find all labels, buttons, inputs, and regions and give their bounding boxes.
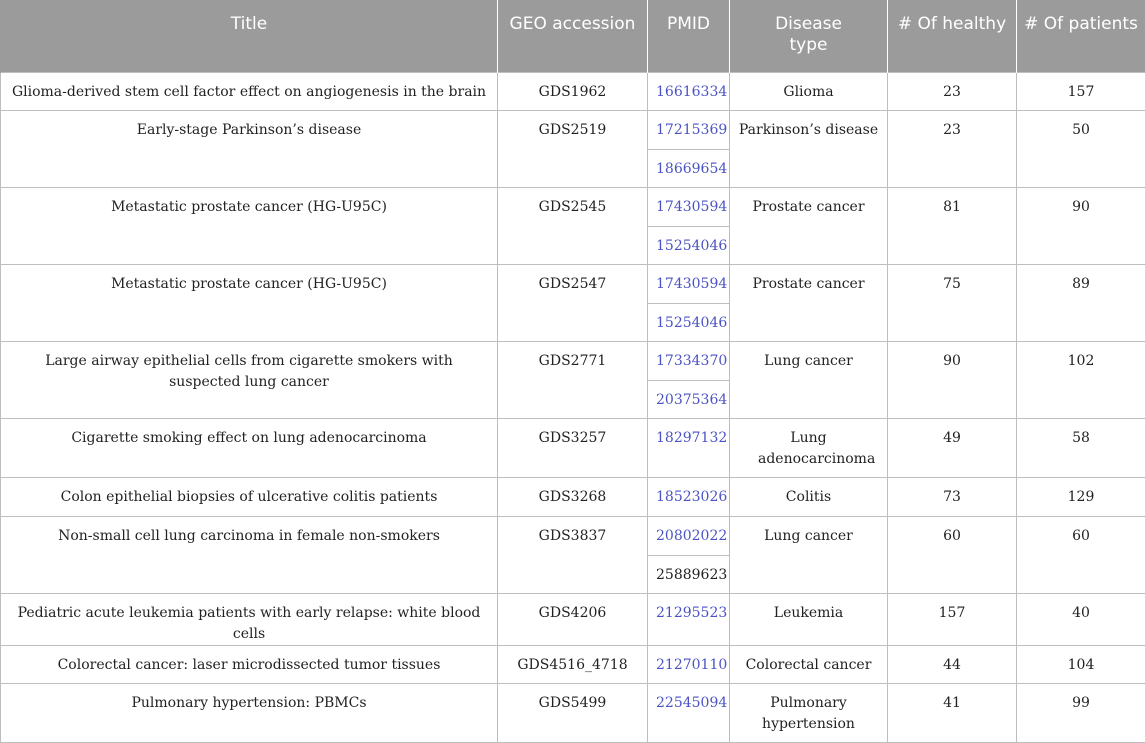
cell-healthy-count: 49 — [888, 418, 1017, 477]
table-row: Pediatric acute leukemia patients with e… — [1, 593, 1145, 645]
cell-geo-accession: GDS3257 — [498, 418, 648, 477]
table-row: Colorectal cancer: laser microdissected … — [1, 645, 1145, 683]
cell-patients-count: 99 — [1017, 683, 1145, 742]
cell-disease-type: Leukemia — [730, 593, 888, 645]
cell-disease-type: Lung cancer — [730, 341, 888, 418]
cell-title: Glioma-derived stem cell factor effect o… — [1, 72, 498, 110]
cell-title: Metastatic prostate cancer (HG-U95C) — [1, 264, 498, 341]
cell-patients-count: 40 — [1017, 593, 1145, 645]
pmid-link[interactable]: 17334370 — [648, 341, 730, 380]
cell-disease-type: Prostate cancer — [730, 187, 888, 264]
table-row: Cigarette smoking effect on lung adenoca… — [1, 418, 1145, 477]
cell-title: Colorectal cancer: laser microdissected … — [1, 645, 498, 683]
pmid-link[interactable]: 18523026 — [648, 477, 730, 516]
header-healthy-count: # Of healthy — [888, 0, 1017, 72]
cell-title: Early-stage Parkinson’s disease — [1, 110, 498, 187]
cell-title: Pediatric acute leukemia patients with e… — [1, 593, 498, 645]
pmid-link[interactable]: 17430594 — [648, 187, 730, 226]
header-disease-type: Disease type — [730, 0, 888, 72]
cell-healthy-count: 75 — [888, 264, 1017, 341]
cell-geo-accession: GDS2547 — [498, 264, 648, 341]
cell-patients-count: 90 — [1017, 187, 1145, 264]
cell-patients-count: 60 — [1017, 516, 1145, 593]
cell-patients-count: 89 — [1017, 264, 1145, 341]
cell-geo-accession: GDS3837 — [498, 516, 648, 593]
cell-geo-accession: GDS4516_4718 — [498, 645, 648, 683]
cell-disease-type: Colorectal cancer — [730, 645, 888, 683]
pmid-link[interactable]: 17430594 — [648, 264, 730, 303]
table-row: Non-small cell lung carcinoma in female … — [1, 516, 1145, 555]
pmid-link[interactable]: 18297132 — [648, 418, 730, 477]
cell-disease-type: Parkinson’s disease — [730, 110, 888, 187]
header-geo-accession: GEO accession — [498, 0, 648, 72]
cell-title: Cigarette smoking effect on lung adenoca… — [1, 418, 498, 477]
cell-disease-type: Lung cancer — [730, 516, 888, 593]
cell-patients-count: 104 — [1017, 645, 1145, 683]
cell-geo-accession: GDS4206 — [498, 593, 648, 645]
cell-healthy-count: 60 — [888, 516, 1017, 593]
table-row: Metastatic prostate cancer (HG-U95C) GDS… — [1, 264, 1145, 303]
pmid-link[interactable]: 15254046 — [648, 303, 730, 341]
cell-disease-type: Lung adenocarcinoma — [730, 418, 888, 477]
cell-geo-accession: GDS2771 — [498, 341, 648, 418]
pmid-link[interactable]: 22545094 — [648, 683, 730, 742]
cell-disease-type: Pulmonary hypertension — [730, 683, 888, 742]
pmid-link[interactable]: 20802022 — [648, 516, 730, 555]
table-row: Large airway epithelial cells from cigar… — [1, 341, 1145, 380]
pmid-text: 25889623 — [648, 555, 730, 593]
cell-healthy-count: 44 — [888, 645, 1017, 683]
pmid-link[interactable]: 20375364 — [648, 380, 730, 418]
header-row: Title GEO accession PMID Disease type # … — [1, 0, 1145, 72]
cell-healthy-count: 23 — [888, 72, 1017, 110]
cell-healthy-count: 41 — [888, 683, 1017, 742]
cell-healthy-count: 157 — [888, 593, 1017, 645]
table-row: Metastatic prostate cancer (HG-U95C) GDS… — [1, 187, 1145, 226]
cell-healthy-count: 81 — [888, 187, 1017, 264]
cell-patients-count: 129 — [1017, 477, 1145, 516]
pmid-link[interactable]: 16616334 — [648, 72, 730, 110]
cell-disease-type: Prostate cancer — [730, 264, 888, 341]
cell-healthy-count: 73 — [888, 477, 1017, 516]
cell-title: Metastatic prostate cancer (HG-U95C) — [1, 187, 498, 264]
table-row: Colon epithelial biopsies of ulcerative … — [1, 477, 1145, 516]
pmid-link[interactable]: 15254046 — [648, 226, 730, 264]
cell-title: Colon epithelial biopsies of ulcerative … — [1, 477, 498, 516]
cell-geo-accession: GDS2545 — [498, 187, 648, 264]
header-pmid: PMID — [648, 0, 730, 72]
pmid-link[interactable]: 21295523 — [648, 593, 730, 645]
cell-geo-accession: GDS2519 — [498, 110, 648, 187]
cell-patients-count: 58 — [1017, 418, 1145, 477]
cell-healthy-count: 90 — [888, 341, 1017, 418]
cell-geo-accession: GDS1962 — [498, 72, 648, 110]
header-title: Title — [1, 0, 498, 72]
cell-disease-type: Colitis — [730, 477, 888, 516]
cell-patients-count: 157 — [1017, 72, 1145, 110]
pmid-link[interactable]: 21270110 — [648, 645, 730, 683]
header-patients-count: # Of patients — [1017, 0, 1145, 72]
cell-title: Non-small cell lung carcinoma in female … — [1, 516, 498, 593]
cell-geo-accession: GDS5499 — [498, 683, 648, 742]
pmid-link[interactable]: 17215369 — [648, 110, 730, 149]
cell-geo-accession: GDS3268 — [498, 477, 648, 516]
geo-datasets-table: Title GEO accession PMID Disease type # … — [0, 0, 1145, 743]
cell-title: Large airway epithelial cells from cigar… — [1, 341, 498, 418]
cell-healthy-count: 23 — [888, 110, 1017, 187]
cell-title: Pulmonary hypertension: PBMCs — [1, 683, 498, 742]
table-row: Pulmonary hypertension: PBMCs GDS5499 22… — [1, 683, 1145, 742]
cell-disease-type: Glioma — [730, 72, 888, 110]
pmid-link[interactable]: 18669654 — [648, 149, 730, 187]
cell-patients-count: 50 — [1017, 110, 1145, 187]
cell-patients-count: 102 — [1017, 341, 1145, 418]
table-row: Early-stage Parkinson’s disease GDS2519 … — [1, 110, 1145, 149]
table-row: Glioma-derived stem cell factor effect o… — [1, 72, 1145, 110]
